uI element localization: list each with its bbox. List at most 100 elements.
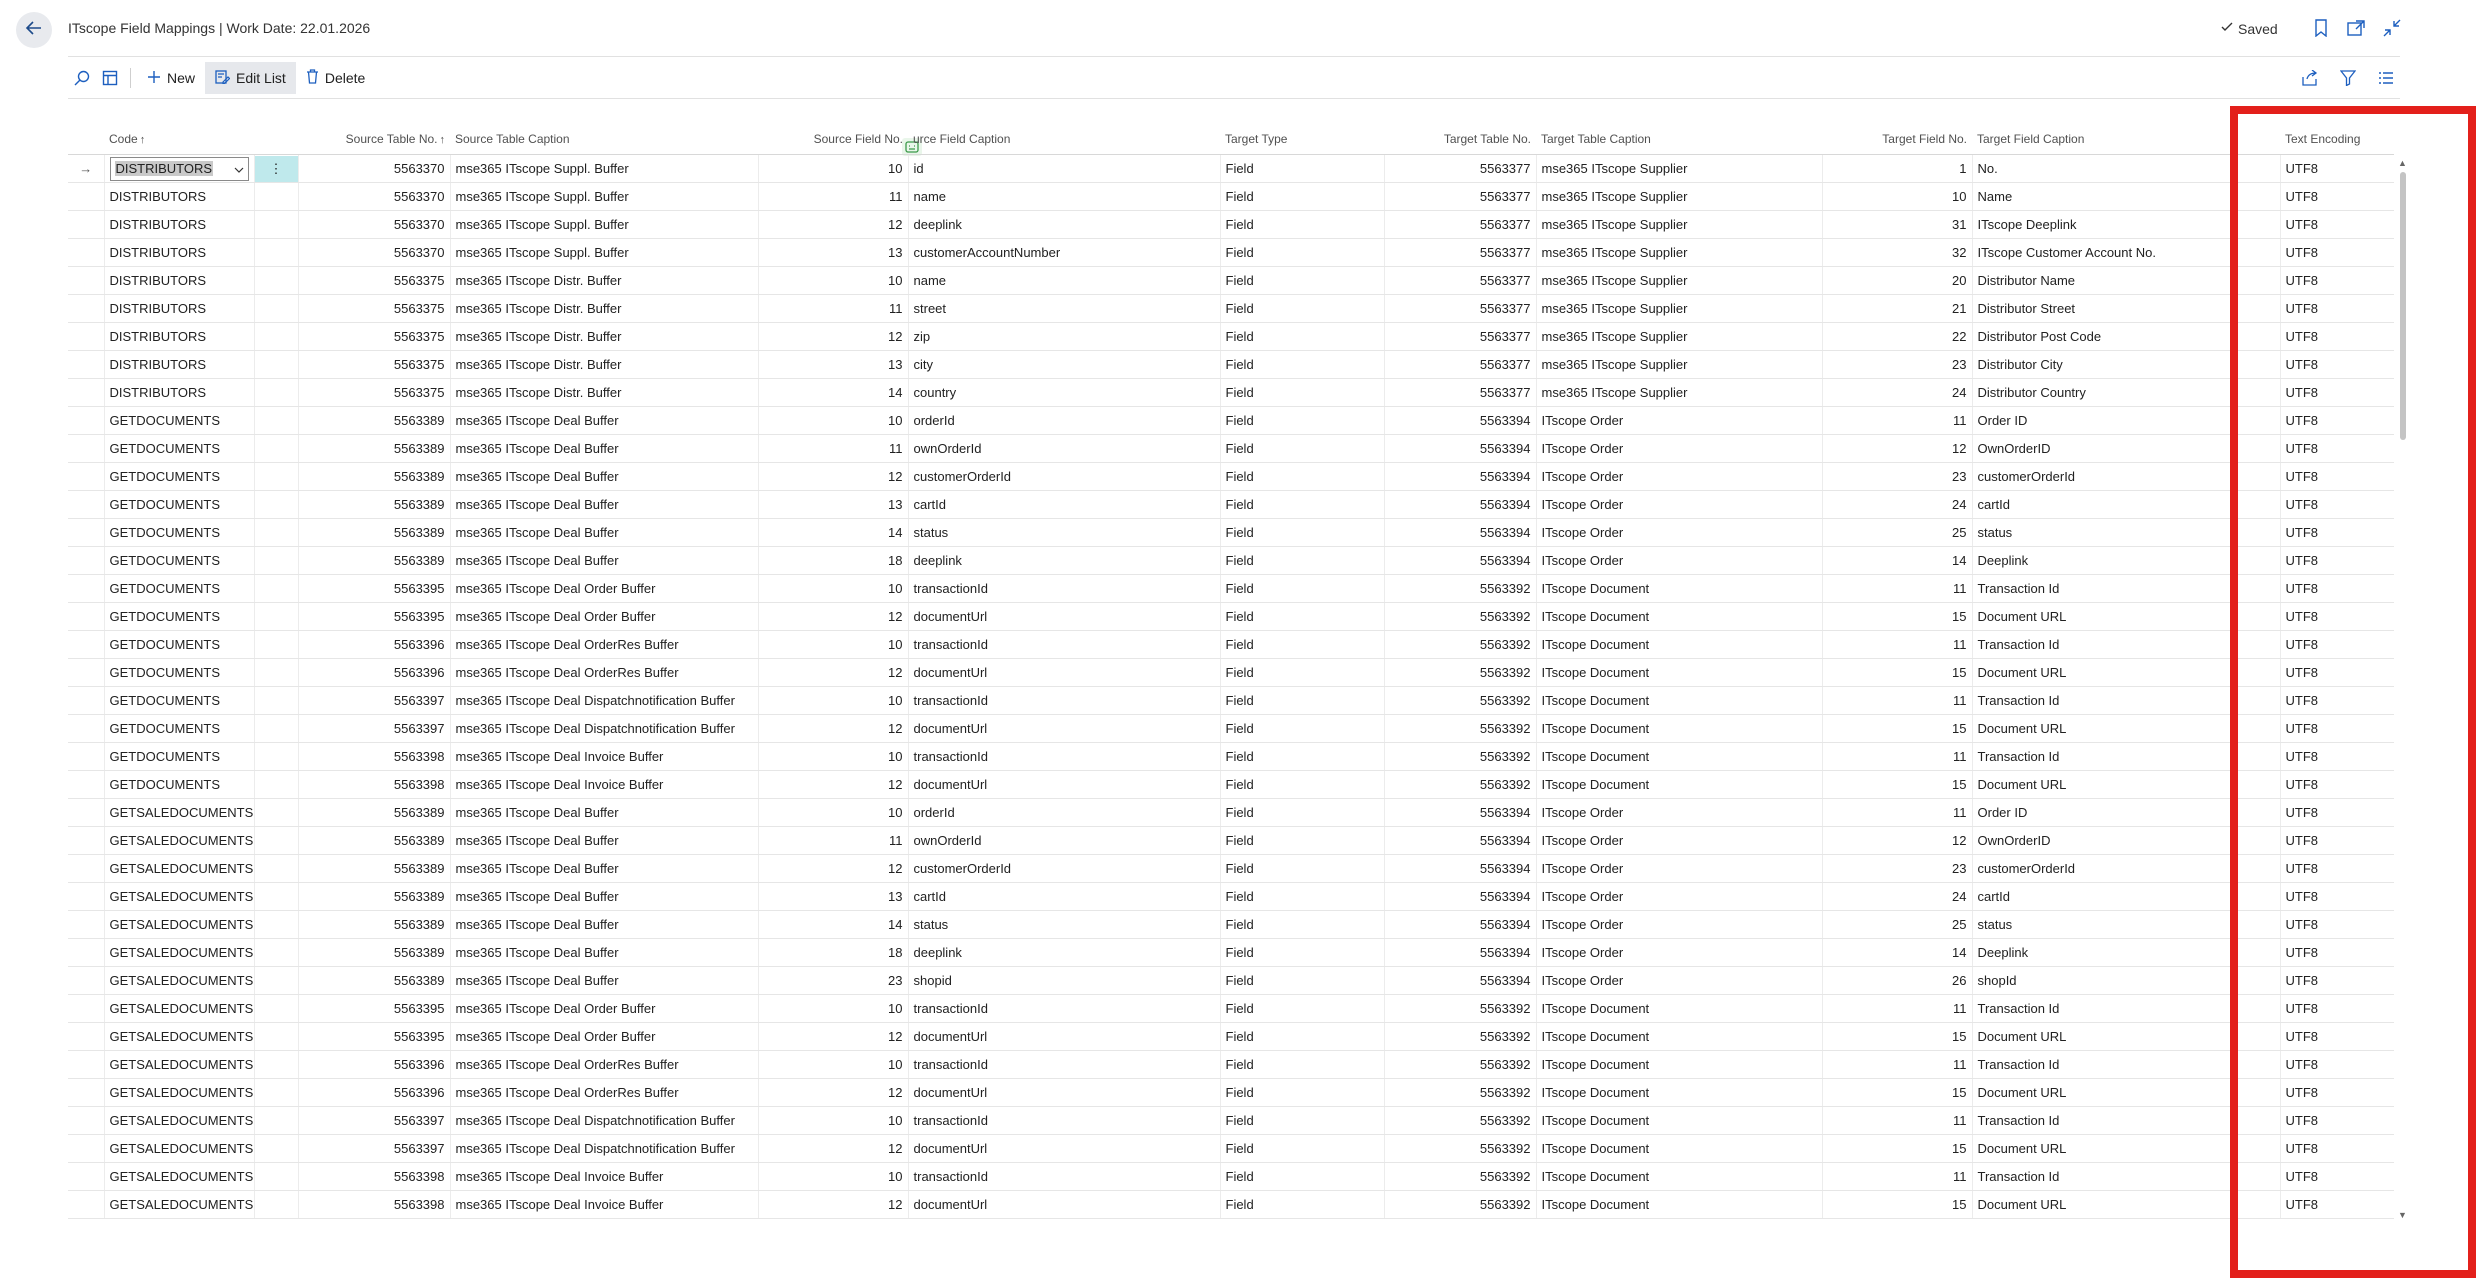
cell-text-encoding[interactable]: UTF8 — [2279, 1078, 2394, 1107]
table-row[interactable]: GETDOCUMENTS 5563389 mse365 ITscope Deal B… — [68, 518, 2394, 547]
cell-target-type[interactable]: Field — [1219, 434, 1384, 463]
cell-target-table-no[interactable]: 5563392 — [1383, 994, 1536, 1023]
cell-text-encoding[interactable]: UTF8 — [2279, 238, 2394, 267]
cell-source-table-no[interactable]: 5563370 — [297, 154, 450, 183]
header-source-field-no[interactable]: Source Field No. — [758, 124, 908, 155]
cell-text-encoding[interactable]: UTF8 — [2279, 658, 2394, 687]
cell-code[interactable]: GETSALEDOCUMENTS — [103, 1134, 254, 1163]
cell-target-field-no[interactable]: 15 — [1821, 1190, 1972, 1219]
cell-target-type[interactable]: Field — [1219, 630, 1384, 659]
cell-code[interactable]: GETDOCUMENTS — [103, 742, 254, 771]
table-row[interactable]: DISTRIBUTORS 5563370 mse365 ITscope Suppl.… — [68, 238, 2394, 267]
cell-code[interactable]: GETSALEDOCUMENTS — [103, 938, 254, 967]
cell-target-field-no[interactable]: 11 — [1821, 574, 1972, 603]
cell-source-field-no[interactable]: 12 — [757, 462, 908, 491]
table-row[interactable]: GETSALEDOCUMENTS 5563389 mse365 ITscope De… — [68, 826, 2394, 855]
cell-source-table-no[interactable]: 5563389 — [297, 406, 450, 435]
header-target-table-no[interactable]: Target Table No. — [1384, 124, 1536, 155]
header-code[interactable]: Code ↑ — [104, 124, 254, 155]
cell-target-table-no[interactable]: 5563377 — [1383, 154, 1536, 183]
table-row[interactable]: GETDOCUMENTS 5563396 mse365 ITscope Deal O… — [68, 630, 2394, 659]
table-row[interactable]: GETDOCUMENTS 5563396 mse365 ITscope Deal O… — [68, 658, 2394, 687]
cell-code[interactable]: GETSALEDOCUMENTS — [103, 1050, 254, 1079]
cell-code[interactable]: GETSALEDOCUMENTS — [103, 1022, 254, 1051]
table-row[interactable]: GETSALEDOCUMENTS 5563389 mse365 ITscope De… — [68, 910, 2394, 939]
cell-source-table-no[interactable]: 5563389 — [297, 546, 450, 575]
cell-source-table-no[interactable]: 5563389 — [297, 518, 450, 547]
delete-button[interactable]: Delete — [296, 62, 375, 94]
cell-source-table-no[interactable]: 5563395 — [297, 994, 450, 1023]
cell-target-table-no[interactable]: 5563377 — [1383, 238, 1536, 267]
cell-code[interactable]: GETDOCUMENTS — [103, 630, 254, 659]
cell-target-type[interactable]: Field — [1219, 1078, 1384, 1107]
cell-target-table-no[interactable]: 5563392 — [1383, 714, 1536, 743]
header-source-table-no[interactable]: Source Table No. ↑ — [298, 124, 450, 155]
cell-source-field-no[interactable]: 13 — [757, 350, 908, 379]
table-row[interactable]: GETDOCUMENTS 5563397 mse365 ITscope Deal D… — [68, 686, 2394, 715]
cell-text-encoding[interactable]: UTF8 — [2279, 966, 2394, 995]
cell-target-field-no[interactable]: 11 — [1821, 686, 1972, 715]
cell-target-type[interactable]: Field — [1219, 406, 1384, 435]
cell-target-type[interactable]: Field — [1219, 602, 1384, 631]
table-row[interactable]: DISTRIBUTORS 5563375 mse365 ITscope Distr.… — [68, 322, 2394, 351]
cell-source-table-no[interactable]: 5563389 — [297, 966, 450, 995]
cell-target-type[interactable]: Field — [1219, 798, 1384, 827]
table-row[interactable]: GETDOCUMENTS 5563389 mse365 ITscope Deal B… — [68, 462, 2394, 491]
header-text-encoding[interactable]: Text Encoding — [2280, 124, 2394, 155]
cell-source-field-no[interactable]: 10 — [757, 798, 908, 827]
cell-source-field-no[interactable]: 13 — [757, 238, 908, 267]
cell-text-encoding[interactable]: UTF8 — [2279, 742, 2394, 771]
cell-target-field-no[interactable]: 23 — [1821, 854, 1972, 883]
cell-target-field-no[interactable]: 15 — [1821, 602, 1972, 631]
cell-target-field-no[interactable]: 11 — [1821, 1162, 1972, 1191]
cell-text-encoding[interactable]: UTF8 — [2279, 574, 2394, 603]
cell-source-table-no[interactable]: 5563397 — [297, 714, 450, 743]
cell-target-field-no[interactable]: 21 — [1821, 294, 1972, 323]
cell-source-field-no[interactable]: 12 — [757, 322, 908, 351]
cell-source-field-no[interactable]: 12 — [757, 770, 908, 799]
cell-source-field-no[interactable]: 18 — [757, 938, 908, 967]
table-row[interactable]: DISTRIBUTORS 5563370 mse365 ITscope Suppl.… — [68, 210, 2394, 239]
cell-target-table-no[interactable]: 5563394 — [1383, 910, 1536, 939]
table-row[interactable]: DISTRIBUTORS 5563375 mse365 ITscope Distr.… — [68, 266, 2394, 295]
cell-target-type[interactable]: Field — [1219, 518, 1384, 547]
cell-text-encoding[interactable]: UTF8 — [2279, 686, 2394, 715]
cell-code[interactable]: GETDOCUMENTS — [103, 686, 254, 715]
cell-source-field-no[interactable]: 13 — [757, 490, 908, 519]
cell-target-field-no[interactable]: 11 — [1821, 1050, 1972, 1079]
cell-target-type[interactable]: Field — [1219, 1050, 1384, 1079]
more-options-icon[interactable]: ⋮ — [255, 155, 298, 182]
cell-target-type[interactable]: Field — [1219, 322, 1384, 351]
cell-text-encoding[interactable]: UTF8 — [2279, 1190, 2394, 1219]
cell-target-field-no[interactable]: 25 — [1821, 518, 1972, 547]
cell-source-table-no[interactable]: 5563375 — [297, 266, 450, 295]
cell-code[interactable]: DISTRIBUTORS — [103, 182, 254, 211]
cell-target-field-no[interactable]: 14 — [1821, 546, 1972, 575]
cell-code[interactable]: DISTRIBUTORS — [103, 294, 254, 323]
header-target-field-no[interactable]: Target Field No. — [1822, 124, 1972, 155]
cell-target-type[interactable]: Field — [1219, 1190, 1384, 1219]
cell-source-field-no[interactable]: 11 — [757, 294, 908, 323]
cell-target-table-no[interactable]: 5563394 — [1383, 546, 1536, 575]
cell-source-field-no[interactable]: 12 — [757, 658, 908, 687]
cell-target-type[interactable]: Field — [1219, 686, 1384, 715]
cell-text-encoding[interactable]: UTF8 — [2279, 938, 2394, 967]
cell-target-table-no[interactable]: 5563394 — [1383, 826, 1536, 855]
cell-source-table-no[interactable]: 5563375 — [297, 350, 450, 379]
cell-text-encoding[interactable]: UTF8 — [2279, 378, 2394, 407]
cell-source-field-no[interactable]: 10 — [757, 1050, 908, 1079]
table-row[interactable]: GETDOCUMENTS 5563395 mse365 ITscope Deal O… — [68, 574, 2394, 603]
table-row[interactable]: → DISTRIBUTORS ⋮ 5563370 mse365 ITscope Supp… — [68, 154, 2394, 183]
cell-target-type[interactable]: Field — [1219, 1134, 1384, 1163]
share-icon[interactable] — [2296, 62, 2324, 94]
cell-source-table-no[interactable]: 5563389 — [297, 490, 450, 519]
cell-code[interactable]: GETDOCUMENTS — [103, 406, 254, 435]
table-row[interactable]: GETSALEDOCUMENTS 5563396 mse365 ITscope De… — [68, 1078, 2394, 1107]
cell-source-field-no[interactable]: 10 — [757, 994, 908, 1023]
cell-target-table-no[interactable]: 5563392 — [1383, 686, 1536, 715]
cell-code[interactable]: GETDOCUMENTS — [103, 518, 254, 547]
cell-text-encoding[interactable]: UTF8 — [2279, 434, 2394, 463]
cell-source-field-no[interactable]: 12 — [757, 1078, 908, 1107]
cell-target-type[interactable]: Field — [1219, 490, 1384, 519]
cell-text-encoding[interactable]: UTF8 — [2279, 462, 2394, 491]
